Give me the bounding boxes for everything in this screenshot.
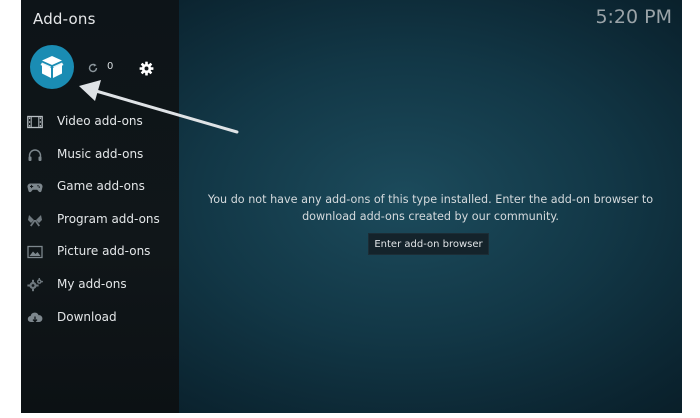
- update-count: 0: [107, 61, 114, 72]
- film-icon: [27, 115, 43, 129]
- sidebar-item-video-addons[interactable]: Video add-ons: [21, 106, 179, 139]
- gamepad-icon: [27, 183, 43, 193]
- empty-state-line-1: You do not have any add-ons of this type…: [207, 193, 654, 206]
- sidebar-item-label: Music add-ons: [57, 146, 144, 161]
- puzzle-icon: [28, 214, 42, 227]
- addon-browser-button[interactable]: [30, 45, 74, 89]
- sidebar-item-label: Picture add-ons: [57, 244, 151, 259]
- sidebar-item-my-addons[interactable]: My add-ons: [21, 269, 179, 302]
- addon-category-menu: Video add-ons Music add-ons Game add-ons…: [21, 106, 179, 334]
- sidebar-item-label: Download: [57, 309, 117, 324]
- kodi-window: Add-ons 0 Video add-ons Music add-ons Ga…: [21, 0, 682, 413]
- sidebar-item-label: Video add-ons: [57, 114, 143, 128]
- empty-state-line-2: download add-ons created by our communit…: [302, 209, 559, 223]
- sidebar: Add-ons 0 Video add-ons Music add-ons Ga…: [21, 0, 179, 413]
- empty-state-message: You do not have any add-ons of this type…: [179, 192, 682, 225]
- headphones-icon: [28, 148, 42, 161]
- sidebar-item-label: My add-ons: [57, 276, 127, 291]
- picture-icon: [27, 246, 43, 259]
- enter-addon-browser-button[interactable]: Enter add-on browser: [368, 233, 489, 255]
- cloud-download-icon: [27, 312, 43, 323]
- sidebar-item-download[interactable]: Download: [21, 302, 179, 335]
- sidebar-item-music-addons[interactable]: Music add-ons: [21, 139, 179, 172]
- refresh-icon[interactable]: [88, 63, 98, 73]
- sidebar-item-picture-addons[interactable]: Picture add-ons: [21, 236, 179, 269]
- sidebar-item-label: Game add-ons: [57, 179, 145, 194]
- sidebar-item-label: Program add-ons: [57, 211, 160, 226]
- clock: 5:20 PM: [595, 6, 672, 28]
- gears-icon: [27, 277, 43, 292]
- page-title: Add-ons: [33, 10, 96, 28]
- screen: Add-ons 0 Video add-ons Music add-ons Ga…: [0, 0, 700, 418]
- sidebar-item-program-addons[interactable]: Program add-ons: [21, 204, 179, 237]
- gear-icon[interactable]: [139, 61, 154, 76]
- open-box-icon: [40, 56, 64, 78]
- sidebar-item-game-addons[interactable]: Game add-ons: [21, 171, 179, 204]
